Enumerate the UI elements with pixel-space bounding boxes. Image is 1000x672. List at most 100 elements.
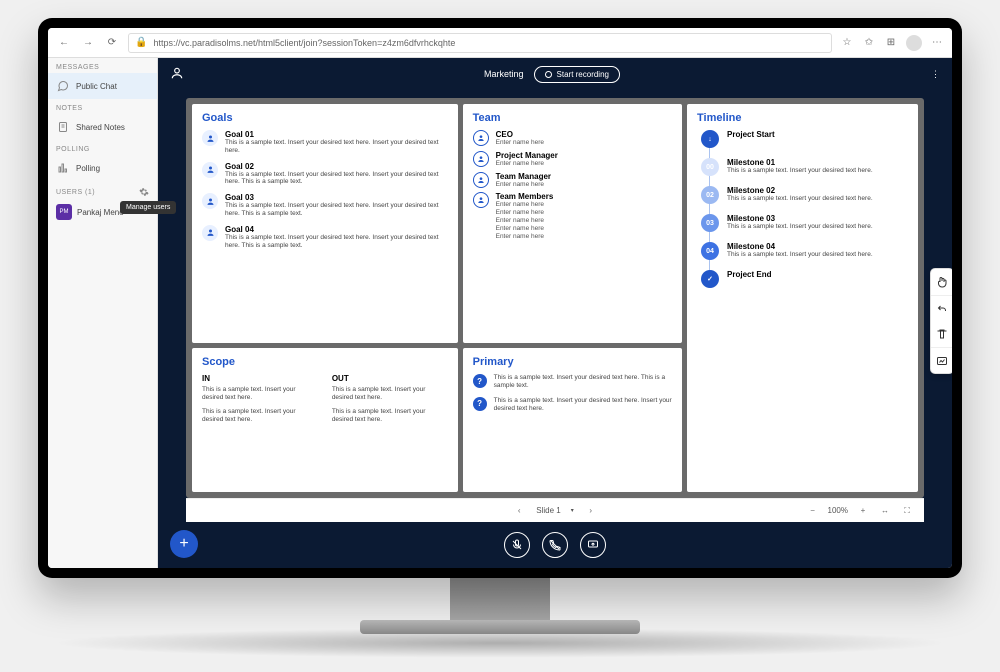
lock-icon: 🔒 xyxy=(135,37,147,48)
goals-heading: Goals xyxy=(202,112,448,124)
goals-card: Goals Goal 01This is a sample text. Inse… xyxy=(192,104,458,343)
whiteboard-tools xyxy=(930,268,952,374)
team-item: CEOEnter name here xyxy=(473,130,672,147)
user-name: Pankaj Meno xyxy=(77,208,124,217)
shared-notes-item[interactable]: Shared Notes xyxy=(48,114,157,140)
timeline-item: 04 Milestone 04This is a sample text. In… xyxy=(701,242,908,260)
options-menu[interactable]: ⋮ xyxy=(920,69,940,80)
scope-out-text1: This is a sample text. Insert your desir… xyxy=(332,386,448,402)
zoom-out-button[interactable]: − xyxy=(806,504,820,518)
person-outline-icon xyxy=(473,192,489,208)
public-chat-item[interactable]: Public Chat xyxy=(48,73,157,99)
team-item: Team ManagerEnter name here xyxy=(473,172,672,189)
gear-icon[interactable] xyxy=(139,187,149,197)
scope-heading: Scope xyxy=(202,356,448,368)
favorites-icon[interactable]: ✩ xyxy=(862,36,876,50)
user-avatar: PM xyxy=(56,204,72,220)
scope-in-heading: IN xyxy=(202,374,318,383)
undo-tool[interactable] xyxy=(931,295,952,321)
record-icon xyxy=(545,71,552,78)
goal-item: Goal 01This is a sample text. Insert you… xyxy=(202,130,448,155)
person-icon xyxy=(202,130,218,146)
multi-user-whiteboard[interactable] xyxy=(931,347,952,373)
collections-icon[interactable]: ⊞ xyxy=(884,36,898,50)
presentation-slide: Goals Goal 01This is a sample text. Inse… xyxy=(192,104,918,492)
notes-icon xyxy=(56,120,70,134)
scope-in-text1: This is a sample text. Insert your desir… xyxy=(202,386,318,402)
mute-button[interactable] xyxy=(504,532,530,558)
timeline-item: 00 Milestone 01This is a sample text. In… xyxy=(701,158,908,176)
person-outline-icon xyxy=(473,130,489,146)
timeline-dot: 00 xyxy=(701,158,719,176)
person-outline-icon xyxy=(473,151,489,167)
scope-out-text2: This is a sample text. Insert your desir… xyxy=(332,408,448,424)
timeline-item: ↓ Project Start xyxy=(701,130,908,148)
delete-tool[interactable] xyxy=(931,321,952,347)
zoom-in-button[interactable]: + xyxy=(856,504,870,518)
manage-users-tooltip: Manage users xyxy=(120,201,176,214)
left-sidebar: MESSAGES Public Chat NOTES Shared Notes … xyxy=(48,58,158,568)
next-slide-button[interactable]: › xyxy=(584,504,598,518)
fit-width-button[interactable]: ↔ xyxy=(878,504,892,518)
polling-heading: POLLING xyxy=(48,140,157,155)
share-screen-button[interactable] xyxy=(580,532,606,558)
notes-heading: NOTES xyxy=(48,99,157,114)
goal-item: Goal 03This is a sample text. Insert you… xyxy=(202,193,448,218)
actions-fab[interactable]: + xyxy=(170,530,198,558)
slide-indicator[interactable]: Slide 1 xyxy=(536,506,560,515)
forward-button[interactable]: → xyxy=(80,35,96,51)
hand-tool[interactable] xyxy=(931,269,952,295)
polling-label: Polling xyxy=(76,164,100,173)
team-heading: Team xyxy=(473,112,672,124)
user-list-toggle[interactable] xyxy=(170,66,184,82)
team-item: Project ManagerEnter name here xyxy=(473,151,672,168)
primary-heading: Primary xyxy=(473,356,672,368)
url-text: https://vc.paradisolms.net/html5client/j… xyxy=(153,38,455,48)
timeline-item: 03 Milestone 03This is a sample text. In… xyxy=(701,214,908,232)
team-item: Team MembersEnter name hereEnter name he… xyxy=(473,192,672,240)
person-icon xyxy=(202,162,218,178)
record-button[interactable]: Start recording xyxy=(534,66,620,83)
menu-icon[interactable]: ⋯ xyxy=(930,36,944,50)
record-label: Start recording xyxy=(557,70,609,79)
timeline-dot: 04 xyxy=(701,242,719,260)
timeline-dot: ↓ xyxy=(701,130,719,148)
browser-toolbar: ← → ⟳ 🔒 https://vc.paradisolms.net/html5… xyxy=(48,28,952,58)
back-button[interactable]: ← xyxy=(56,35,72,51)
question-icon: ? xyxy=(473,397,487,411)
audio-button[interactable] xyxy=(542,532,568,558)
zoom-level: 100% xyxy=(828,506,848,515)
refresh-button[interactable]: ⟳ xyxy=(104,35,120,51)
scope-card: Scope IN This is a sample text. Insert y… xyxy=(192,348,458,492)
public-chat-label: Public Chat xyxy=(76,82,117,91)
prev-slide-button[interactable]: ‹ xyxy=(512,504,526,518)
chat-icon xyxy=(56,79,70,93)
timeline-dot: ✓ xyxy=(701,270,719,288)
main-canvas: Marketing Start recording ⋮ Goals xyxy=(158,58,952,568)
team-card: Team CEOEnter name here Project ManagerE… xyxy=(463,104,682,343)
primary-text2: This is a sample text. Insert your desir… xyxy=(494,397,672,413)
primary-card: Primary ? This is a sample text. Insert y… xyxy=(463,348,682,492)
person-icon xyxy=(202,225,218,241)
scope-in-text2: This is a sample text. Insert your desir… xyxy=(202,408,318,424)
fullscreen-button[interactable]: ⛶ xyxy=(900,504,914,518)
star-icon[interactable]: ☆ xyxy=(840,36,854,50)
goal-item: Goal 02This is a sample text. Insert you… xyxy=(202,162,448,187)
person-icon xyxy=(202,193,218,209)
user-row[interactable]: PM Pankaj Meno Manage users xyxy=(48,199,157,225)
profile-avatar[interactable] xyxy=(906,35,922,51)
timeline-dot: 02 xyxy=(701,186,719,204)
timeline-card: Timeline ↓ Project Start 00 Milestone 01… xyxy=(687,104,918,492)
presentation-title: Marketing xyxy=(484,69,524,79)
timeline-dot: 03 xyxy=(701,214,719,232)
polling-item[interactable]: Polling xyxy=(48,155,157,181)
address-bar[interactable]: 🔒 https://vc.paradisolms.net/html5client… xyxy=(128,33,832,53)
person-outline-icon xyxy=(473,172,489,188)
scope-out-heading: OUT xyxy=(332,374,448,383)
question-icon: ? xyxy=(473,374,487,388)
messages-heading: MESSAGES xyxy=(48,58,157,73)
slide-controls: ‹ Slide 1 ▾ › − 100% + ↔ ⛶ xyxy=(186,498,924,522)
timeline-heading: Timeline xyxy=(697,112,908,124)
users-heading: USERS (1) xyxy=(56,189,95,196)
timeline-item: ✓ Project End xyxy=(701,270,908,288)
